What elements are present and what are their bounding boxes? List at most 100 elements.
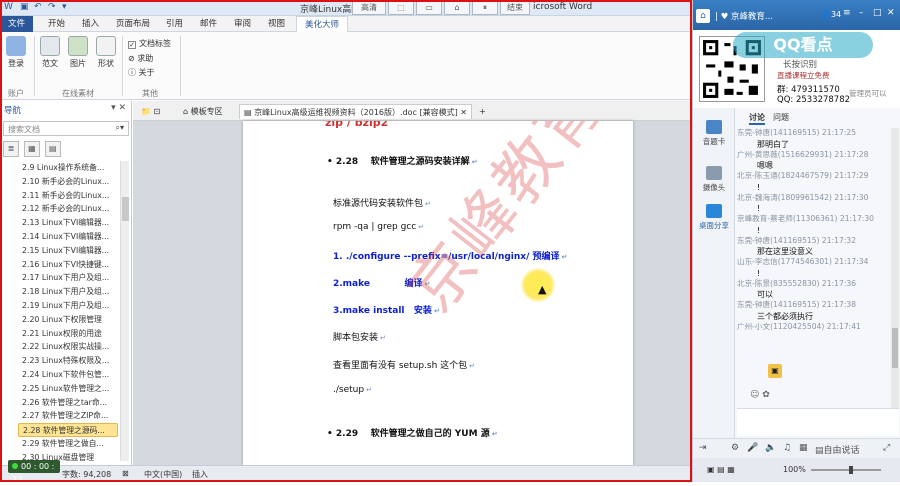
close-icon[interactable]: ✕ (887, 8, 895, 18)
nav-item[interactable]: 2.23 Linux特殊权限及... (18, 354, 118, 368)
nav-item[interactable]: 2.21 Linux权限的用途 (18, 327, 118, 341)
microphone-icon[interactable]: 🎤 (747, 443, 758, 453)
help-item[interactable]: ⊘ 求助 (128, 53, 153, 64)
search-icon[interactable]: ⌕▾ (116, 123, 125, 133)
nav-item[interactable]: 2.20 Linux下权限管理 (18, 313, 118, 327)
qq-bottom-toolbar: ⇥ ⚙ 🎤 🔈 ♫ ▦ ▤自由说话 ⤢ (693, 438, 900, 458)
tab-view[interactable]: 视图 (260, 16, 293, 32)
nav-item[interactable]: 2.19 Linux下用户及组... (18, 299, 118, 313)
login-button[interactable]: 登录 (2, 36, 30, 69)
tab-file[interactable]: 文件 (0, 16, 34, 32)
tab-review[interactable]: 审阅 (226, 16, 259, 32)
language-status[interactable]: 中文(中国) (144, 469, 182, 480)
tab-page-layout[interactable]: 页面布局 (108, 16, 158, 32)
redo-icon[interactable]: ↷ (48, 2, 56, 12)
status-bar: 字数: 94,208 ⊠ 中文(中国) 插入 (0, 465, 692, 482)
save-icon[interactable]: ▣ (20, 2, 29, 12)
nav-item[interactable]: 2.18 Linux下用户及组... (18, 285, 118, 299)
tab-template-zone[interactable]: ⌂ 模板专区 (179, 104, 227, 119)
tab-insert[interactable]: 插入 (74, 16, 107, 32)
nav-item[interactable]: 2.24 Linux下软件包管... (18, 368, 118, 382)
music-icon[interactable]: ♫ (783, 443, 791, 453)
nav-item[interactable]: 2.11 新手必会的Linux... (18, 189, 118, 203)
zoom-slider[interactable] (811, 466, 881, 474)
watermark: 京峰教育 (394, 121, 621, 326)
flower-icon[interactable]: ✿ (762, 390, 770, 400)
nav-item[interactable]: 2.15 Linux下VI编辑器... (18, 244, 118, 258)
message-text: 可以 (757, 290, 773, 299)
shape-button[interactable]: 形状 (92, 36, 120, 69)
close-icon[interactable]: ✕ (460, 108, 467, 117)
gift-icon[interactable]: ▣ (768, 364, 782, 378)
nav-item[interactable]: 2.29 软件管理之做自... (18, 437, 118, 451)
home-icon[interactable]: ⌂ (696, 9, 710, 23)
template-button[interactable]: 范文 (36, 36, 64, 69)
emoji-icon[interactable]: ☺ (750, 390, 759, 400)
maximize-icon[interactable]: □ (873, 8, 882, 18)
nav-item[interactable]: 2.10 新手必会的Linux... (18, 175, 118, 189)
doc-step-install: 3.make install 安装 ↵ (333, 306, 440, 316)
insert-mode[interactable]: 插入 (192, 469, 208, 480)
chat-input[interactable] (737, 408, 899, 436)
picture-button[interactable]: 图片 (64, 36, 92, 69)
nav-item[interactable]: 2.22 Linux权限实战操... (18, 340, 118, 354)
settings-icon[interactable]: ⚙ (731, 443, 739, 453)
nav-item[interactable]: 2.12 新手必会的Linux... (18, 202, 118, 216)
region-icon[interactable]: ⬚ (388, 1, 414, 15)
whiteboard-icon[interactable]: ▦ (799, 443, 808, 453)
exit-icon[interactable]: ⇥ (699, 443, 707, 453)
tab-document[interactable]: ▤ 京峰Linux高级运维视频资料（2016版）.doc [兼容模式] ✕ (239, 104, 472, 119)
customize-qat-icon[interactable]: ▾ (62, 2, 67, 12)
tab-beautify-master[interactable]: 美化大师 (296, 16, 349, 32)
hd-button[interactable]: 高清 (352, 1, 386, 15)
nav-item[interactable]: 2.14 Linux下VI编辑器... (18, 230, 118, 244)
nav-item[interactable]: 2.26 软件管理之tar命... (18, 396, 118, 410)
qq-title-bar: ⌂ | ♥ 京峰教育... 👤34 ≡ – □ ✕ (693, 0, 900, 30)
nav-scrollbar[interactable] (120, 161, 129, 461)
word-count[interactable]: 字数: 94,208 (62, 469, 111, 480)
fullscreen-icon[interactable]: ⌂ (444, 1, 470, 15)
group-other: 其他 (142, 89, 158, 98)
doc-label-check[interactable]: ✓ 文档标签 (128, 38, 171, 49)
nav-search-input[interactable]: 搜索文档 ⌕▾ (3, 121, 129, 136)
nav-item[interactable]: 2.25 Linux软件管理之... (18, 382, 118, 396)
proofing-icon[interactable]: ⊠ (122, 469, 129, 478)
end-button[interactable]: 结束 (500, 1, 530, 15)
zoom-level: 100% (783, 465, 806, 474)
about-item[interactable]: ⓘ 关于 (128, 67, 155, 78)
speaker-icon[interactable]: 🔈 (765, 443, 776, 453)
expand-icon[interactable]: ⤢ (883, 443, 890, 453)
undo-icon[interactable]: ↶ (34, 2, 42, 12)
minimize-icon[interactable]: – (859, 8, 864, 18)
answer-card-button[interactable]: 音题卡 (693, 120, 735, 147)
tab-references[interactable]: 引用 (158, 16, 191, 32)
document-page[interactable]: zip / bzip2 • 2.28 软件管理之源码安装详解 ↵ 标准源代码安装软… (243, 121, 633, 465)
window-icon[interactable]: ▭ (416, 1, 442, 15)
nav-item[interactable]: 2.17 Linux下用户及组... (18, 271, 118, 285)
tab-questions[interactable]: 问题 (773, 112, 789, 123)
results-view-icon[interactable]: ▤ (44, 141, 61, 157)
new-tab-icon[interactable]: + (475, 104, 490, 119)
camera-button[interactable]: 摄像头 (693, 166, 735, 193)
tab-home[interactable]: 开始 (40, 16, 73, 32)
nav-item[interactable]: 2.13 Linux下VI编辑器... (18, 216, 118, 230)
nav-item[interactable]: 2.27 软件管理之ZIP命... (18, 409, 118, 423)
headings-view-icon[interactable]: ≣ (3, 141, 19, 157)
heading-2-29: • 2.29 软件管理之做自己的 YUM 源 ↵ (327, 429, 498, 439)
folder-icon[interactable]: 📁 ⊡ (137, 104, 164, 119)
close-icon[interactable]: ▾ ✕ (111, 103, 126, 113)
screen-share-button[interactable]: 桌面分享 (693, 204, 735, 231)
word-icon[interactable]: W (4, 2, 13, 12)
free-talk-button[interactable]: ▤自由说话 (815, 443, 860, 456)
tab-mailings[interactable]: 邮件 (192, 16, 225, 32)
menu-icon[interactable]: ≡ (843, 8, 851, 18)
nav-item-selected[interactable]: 2.28 软件管理之源码... (18, 423, 118, 437)
nav-item[interactable]: 2.9 Linux操作系统备... (18, 161, 118, 175)
tab-discussion[interactable]: 讨论 (749, 112, 765, 125)
nav-item[interactable]: 2.16 Linux下VI快捷键... (18, 258, 118, 272)
pages-view-icon[interactable]: ▦ (23, 141, 40, 157)
chat-scrollbar[interactable] (891, 128, 899, 408)
message-text: 那在这里没意义 (757, 247, 813, 256)
view-mode-icons[interactable]: ▣ ▤ ▦ (707, 465, 735, 474)
pause-icon[interactable]: ⏸ (472, 1, 498, 15)
